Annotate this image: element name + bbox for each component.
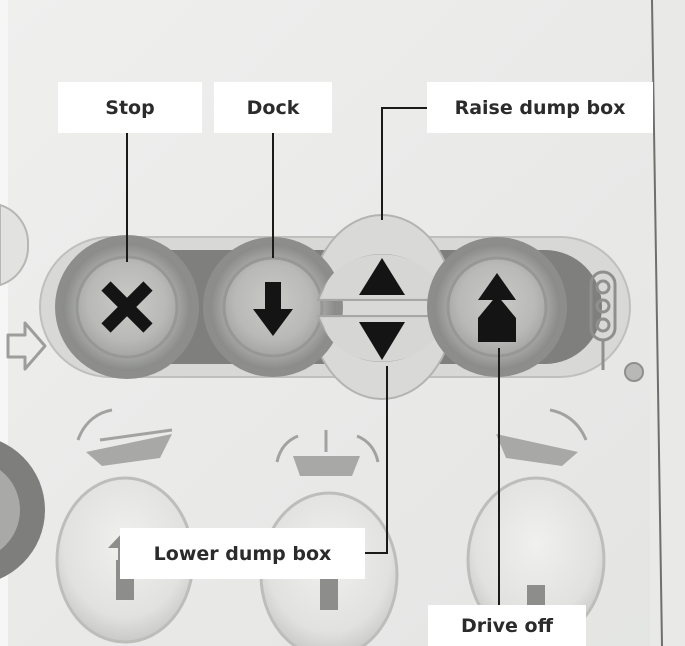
control-panel-figure: Stop Dock Raise dump box Lower dump box … xyxy=(0,0,685,646)
status-led xyxy=(624,362,644,382)
dock-callout-label: Dock xyxy=(214,82,332,133)
drive-off-callout-label: Drive off xyxy=(428,605,586,646)
drive-off-button[interactable] xyxy=(427,237,567,377)
panel-right-edge xyxy=(650,0,685,646)
stop-callout-label: Stop xyxy=(58,82,202,133)
lower-dump-box-callout-label: Lower dump box xyxy=(120,528,365,579)
raise-dump-box-callout-label: Raise dump box xyxy=(427,82,653,133)
